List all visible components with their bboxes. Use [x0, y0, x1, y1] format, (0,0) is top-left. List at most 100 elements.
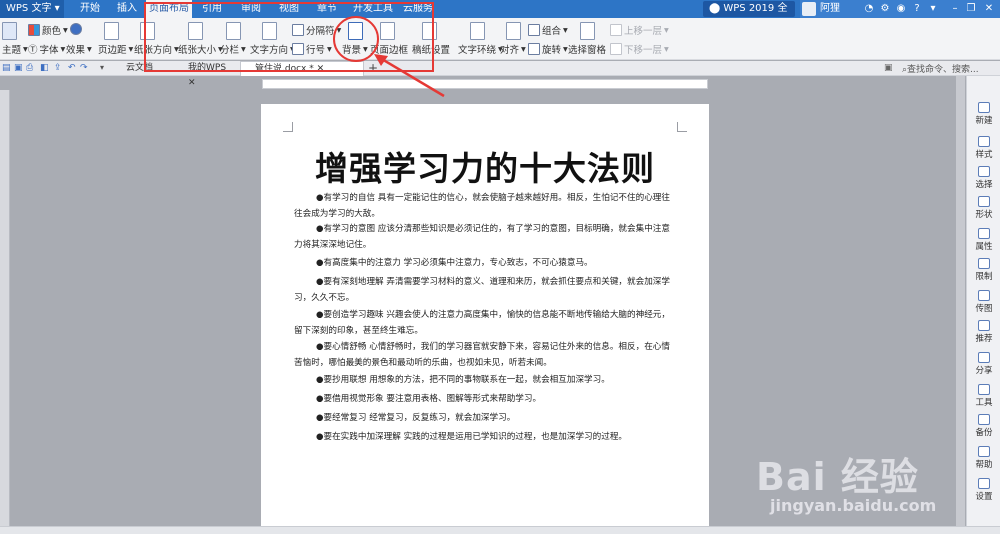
align-button[interactable]: 对齐 ▾ [500, 42, 526, 57]
clock-icon[interactable]: ◔ [862, 2, 876, 16]
doc-tab-current[interactable]: 管住说.docx * ✕ [240, 61, 364, 76]
horizontal-ruler[interactable] [262, 79, 708, 89]
sidebar-item-properties[interactable]: 属性 [967, 228, 1000, 252]
colors-button[interactable]: 颜色 ▾ [28, 23, 68, 37]
theme-button[interactable] [2, 22, 17, 40]
tab-insert[interactable]: 插入 [112, 0, 142, 18]
text-wrap-button[interactable]: 文字环绕 ▾ [458, 42, 503, 57]
tab-references[interactable]: 引用 [197, 0, 227, 18]
tab-cloud[interactable]: 云服务 [398, 0, 438, 18]
sidebar-item-share[interactable]: 分享 [967, 352, 1000, 376]
redo-icon[interactable]: ↷ [80, 63, 88, 73]
sidebar-item-upload-image[interactable]: 传图 [967, 290, 1000, 314]
background-button[interactable]: 背景 ▾ [342, 42, 368, 57]
skin-icon[interactable]: ◉ [894, 2, 908, 16]
tab-page-layout[interactable]: 页面布局 [146, 0, 192, 19]
preview-icon[interactable]: ◧ [40, 63, 49, 73]
sidebar-item-new[interactable]: 新建 [967, 102, 1000, 126]
close-icon[interactable]: ✕ [982, 2, 996, 16]
text-wrap-icon-button[interactable] [470, 22, 485, 40]
sidebar-item-recommend[interactable]: 推荐 [967, 320, 1000, 344]
close-tab-icon[interactable]: ✕ [317, 64, 325, 74]
document-page[interactable]: 增强学习力的十大法则 ●有学习的自信 具有一定能记住的信心，就会使脑子越来越好用… [261, 104, 709, 534]
effects-icon-button[interactable] [70, 23, 82, 35]
selection-pane-icon-button[interactable] [580, 22, 595, 40]
doc-tab-cloud[interactable]: 云文档 [112, 61, 170, 76]
line-numbers-button[interactable]: 行号 ▾ [292, 42, 332, 56]
print-icon[interactable]: ⎙ [26, 63, 33, 73]
size-icon-button[interactable] [188, 22, 203, 40]
selection-pane-button[interactable]: 选择窗格 [568, 42, 606, 56]
document-title[interactable]: 增强学习力的十大法则 [295, 142, 675, 190]
sidebar-item-restrict[interactable]: 限制 [967, 258, 1000, 282]
minimize-icon[interactable]: – [948, 2, 962, 16]
restore-icon[interactable]: ❐ [964, 2, 978, 16]
paragraph[interactable]: ●要抄用联想 用想象的方法，把不同的事物联系在一起，就会相互加深学习。 [294, 373, 678, 389]
group-button[interactable]: 组合 ▾ [528, 23, 568, 37]
bring-forward-button[interactable]: 上移一层 ▾ [610, 23, 669, 37]
tab-section[interactable]: 章节 [312, 0, 342, 18]
save-icon[interactable]: ▣ [14, 63, 23, 73]
avatar[interactable] [802, 2, 816, 16]
bring-forward-icon [610, 24, 622, 36]
page-size-icon [188, 22, 203, 40]
close-tab-icon[interactable]: ✕ [188, 78, 196, 88]
sidebar-item-style[interactable]: 样式 [967, 136, 1000, 160]
margins-button[interactable]: 页边距 ▾ [98, 42, 133, 57]
settings-icon[interactable]: ⚙ [878, 2, 892, 16]
paragraph[interactable]: ●要创造学习趣味 兴趣会使人的注意力高度集中，愉快的信息能不断地传输给大脑的神经… [294, 308, 678, 339]
search-input[interactable]: ⌕查找命令、搜索... [902, 62, 979, 75]
columns-button[interactable]: 分栏 ▾ [220, 42, 246, 57]
font-theme-button[interactable]: Ⓣ 字体 ▾ [28, 42, 65, 57]
paragraph[interactable]: ●有学习的自信 具有一定能记住的信心，就会使脑子越来越好用。相反，生怕记不住的心… [294, 191, 678, 222]
paragraph[interactable]: ●要心情舒畅 心情舒畅时，我们的学习器官就安静下来，容易记住外来的信息。相反，在… [294, 340, 678, 371]
vertical-ruler[interactable] [0, 90, 10, 534]
sidebar-item-help[interactable]: 帮助 [967, 446, 1000, 470]
align-icon-button[interactable] [506, 22, 521, 40]
tab-view[interactable]: 视图 [274, 0, 304, 18]
text-direction-icon-button[interactable] [262, 22, 277, 40]
text-wrap-label: 文字环绕 [458, 45, 497, 56]
size-button[interactable]: 纸张大小 ▾ [178, 42, 223, 57]
columns-icon-button[interactable] [226, 22, 241, 40]
sidebar-item-settings[interactable]: 设置 [967, 478, 1000, 502]
orientation-button[interactable]: 纸张方向 ▾ [134, 42, 179, 57]
rotate-button[interactable]: 旋转 ▾ [528, 42, 568, 56]
orientation-icon-button[interactable] [140, 22, 155, 40]
new-file-icon[interactable]: ▤ [2, 63, 11, 73]
paragraph[interactable]: ●有高度集中的注意力 学习必须集中注意力，专心致志，不可心猿意马。 [294, 256, 678, 272]
doc-tab-mywps[interactable]: 我的WPS ✕ [174, 61, 236, 88]
breaks-button[interactable]: 分隔符 ▾ [292, 23, 341, 37]
tab-review[interactable]: 审阅 [236, 0, 266, 18]
sidebar-item-tools[interactable]: 工具 [967, 384, 1000, 408]
user-name[interactable]: 阿狸 [820, 0, 840, 18]
gear-icon [978, 478, 990, 489]
sidebar-item-select[interactable]: 选择 [967, 166, 1000, 190]
upgrade-button[interactable]: ⬤ WPS 2019 全新升级 [703, 1, 795, 30]
menu-dropdown-icon[interactable]: ▾ [926, 2, 940, 16]
send-backward-button[interactable]: 下移一层 ▾ [610, 42, 669, 56]
text-direction-button[interactable]: 文字方向▾ [250, 42, 295, 57]
paragraph[interactable]: ●要经常复习 经常复习，反复练习，就会加深学习。 [294, 411, 678, 427]
theme-label[interactable]: 主题 ▾ [2, 42, 28, 57]
app-menu-button[interactable]: WPS 文字 ▾ [0, 0, 64, 18]
sidebar-item-shape[interactable]: 形状 [967, 196, 1000, 220]
quick-dropdown-icon[interactable]: ▾ [100, 63, 104, 72]
margins-icon-button[interactable] [104, 22, 119, 40]
paragraph[interactable]: ●要在实践中加深理解 实践的过程是运用已学知识的过程，也是加深学习的过程。 [294, 430, 678, 446]
tab-list-icon[interactable]: ▣ [884, 63, 893, 73]
background-icon-button[interactable] [348, 22, 363, 40]
help-icon[interactable]: ? [910, 2, 924, 16]
paragraph[interactable]: ●要有深刻地理解 弄清需要学习材料的意义、道理和来历，就会抓住要点和关键，就会加… [294, 275, 678, 306]
paragraph[interactable]: ●要借用视觉形象 要注意用表格、图解等形式来帮助学习。 [294, 392, 678, 408]
tab-home[interactable]: 开始 [74, 0, 106, 18]
sidebar-item-backup[interactable]: 备份 [967, 414, 1000, 438]
tab-developer[interactable]: 开发工具 [350, 0, 396, 18]
effects-button[interactable]: 效果 ▾ [66, 42, 92, 57]
vertical-scrollbar[interactable] [956, 76, 965, 534]
paragraph[interactable]: ●有学习的意图 应该分清那些知识是必须记住的，有了学习的意图，目标明确，就会集中… [294, 222, 678, 253]
export-pdf-icon[interactable]: ⇪ [54, 63, 62, 73]
undo-icon[interactable]: ↶ [68, 63, 76, 73]
page-border-icon-button[interactable] [380, 22, 395, 40]
manuscript-icon-button[interactable] [422, 22, 437, 40]
